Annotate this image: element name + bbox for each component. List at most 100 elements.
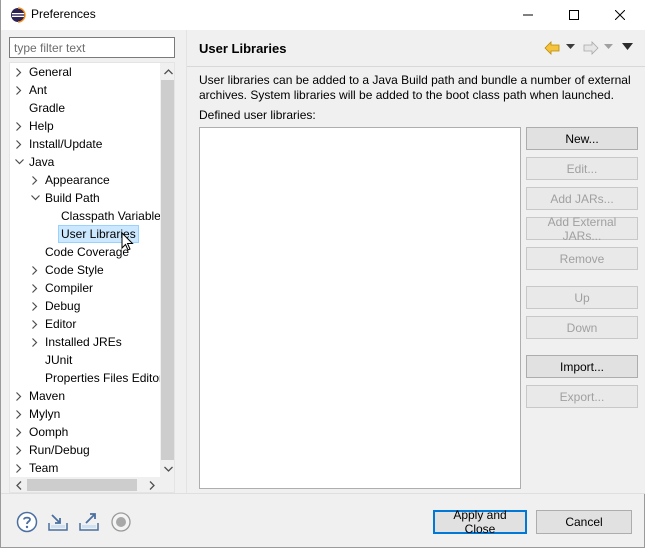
maximize-button[interactable] xyxy=(551,0,597,30)
add-jars-button[interactable]: Add JARs... xyxy=(526,187,638,210)
record-icon xyxy=(111,512,131,532)
new-button[interactable]: New... xyxy=(526,127,638,150)
remove-button[interactable]: Remove xyxy=(526,247,638,270)
tree-item-debug[interactable]: Debug xyxy=(10,297,160,315)
tree-item-label: Gradle xyxy=(29,101,66,115)
help-icon[interactable] xyxy=(16,511,38,533)
tree-item-label: Java xyxy=(29,155,55,169)
back-arrow-icon[interactable] xyxy=(544,40,560,56)
chevron-right-icon[interactable] xyxy=(29,315,41,333)
close-icon xyxy=(615,10,625,20)
window-title: Preferences xyxy=(31,7,96,21)
tree-item-code-coverage[interactable]: Code Coverage xyxy=(10,243,160,261)
tree-item-appearance[interactable]: Appearance xyxy=(10,171,160,189)
tree-item-install-update[interactable]: Install/Update xyxy=(10,135,160,153)
tree-item-label: Help xyxy=(29,119,54,133)
chevron-right-icon[interactable] xyxy=(29,333,41,351)
tree-item-label: Compiler xyxy=(45,281,94,295)
chevron-right-icon[interactable] xyxy=(13,441,25,459)
preferences-tree: General Ant Gradle Help Install/Update Java Ap… xyxy=(9,62,175,493)
chevron-right-icon[interactable] xyxy=(13,81,25,99)
chevron-right-icon[interactable] xyxy=(29,261,41,279)
tree-item-label: Editor xyxy=(45,317,77,331)
tree-item-editor[interactable]: Editor xyxy=(10,315,160,333)
chevron-right-icon[interactable] xyxy=(13,423,25,441)
up-button[interactable]: Up xyxy=(526,286,638,309)
tree-horizontal-scrollbar[interactable] xyxy=(10,477,160,492)
tree-item-label: Maven xyxy=(29,389,66,403)
chevron-right-icon[interactable] xyxy=(13,459,25,477)
user-libraries-list[interactable] xyxy=(199,127,521,489)
tree-item-installed-jres[interactable]: Installed JREs xyxy=(10,333,160,351)
defined-libraries-label: Defined user libraries: xyxy=(199,108,316,122)
tree-item-mylyn[interactable]: Mylyn xyxy=(10,405,160,423)
tree-item-label: General xyxy=(29,65,72,79)
tree-item-classpath-variable[interactable]: Classpath Variable xyxy=(10,207,161,225)
tree-vertical-scrollbar[interactable] xyxy=(160,63,174,477)
minimize-button[interactable] xyxy=(505,0,551,30)
view-menu-icon[interactable] xyxy=(622,43,633,51)
scroll-down-icon[interactable] xyxy=(160,460,174,477)
chevron-down-icon[interactable] xyxy=(29,189,41,207)
chevron-right-icon[interactable] xyxy=(13,63,25,81)
tree-item-maven[interactable]: Maven xyxy=(10,387,160,405)
footer-separator xyxy=(1,493,645,494)
chevron-down-icon[interactable] xyxy=(13,153,25,171)
apply-and-close-button[interactable]: Apply and Close xyxy=(433,508,527,536)
tree-item-user-libraries[interactable]: User Libraries xyxy=(10,225,160,243)
forward-arrow-icon xyxy=(583,41,599,55)
preferences-dialog: Preferences General Ant Gradle Help Install/… xyxy=(0,0,645,548)
mouse-cursor-icon xyxy=(121,232,134,251)
preference-page: User Libraries User libraries can be add… xyxy=(186,30,645,493)
tree-item-team[interactable]: Team xyxy=(10,459,160,477)
tree-item-ant[interactable]: Ant xyxy=(10,81,160,99)
tree-item-junit[interactable]: JUnit xyxy=(10,351,160,369)
tree-item-label: Code Style xyxy=(45,263,104,277)
scroll-right-icon[interactable] xyxy=(143,477,160,492)
chevron-right-icon[interactable] xyxy=(13,405,25,423)
scroll-left-icon[interactable] xyxy=(10,477,27,492)
down-button[interactable]: Down xyxy=(526,316,638,339)
chevron-right-icon[interactable] xyxy=(13,387,25,405)
page-title: User Libraries xyxy=(199,41,287,56)
forward-history-dropdown-icon xyxy=(604,44,613,49)
tree-item-java[interactable]: Java xyxy=(10,153,160,171)
export-button[interactable]: Export... xyxy=(526,385,638,408)
tree-item-help[interactable]: Help xyxy=(10,117,160,135)
horizontal-scroll-thumb[interactable] xyxy=(27,479,137,491)
cancel-button[interactable]: Cancel xyxy=(536,510,632,534)
tree-item-oomph[interactable]: Oomph xyxy=(10,423,160,441)
back-history-dropdown-icon[interactable] xyxy=(566,44,575,50)
chevron-right-icon[interactable] xyxy=(29,171,41,189)
chevron-right-icon[interactable] xyxy=(29,297,41,315)
import-button[interactable]: Import... xyxy=(526,355,638,378)
chevron-right-icon[interactable] xyxy=(29,279,41,297)
tree-item-label: Ant xyxy=(29,83,48,97)
scroll-corner xyxy=(160,477,174,492)
filter-input[interactable] xyxy=(9,37,175,58)
tree-item-general[interactable]: General xyxy=(10,63,160,81)
tree-item-label: Properties Files Editor xyxy=(45,371,164,385)
page-header: User Libraries xyxy=(187,30,645,66)
tree-item-label: Install/Update xyxy=(29,137,103,151)
minimize-icon xyxy=(523,14,533,16)
title-bar: Preferences xyxy=(1,0,645,30)
add-external-jars-button[interactable]: Add External JARs... xyxy=(526,215,638,243)
close-button[interactable] xyxy=(597,0,643,30)
tree-item-compiler[interactable]: Compiler xyxy=(10,279,160,297)
tree-item-code-style[interactable]: Code Style xyxy=(10,261,160,279)
tree-item-properties-files-editor[interactable]: Properties Files Editor xyxy=(10,369,164,387)
tree-item-build-path[interactable]: Build Path xyxy=(10,189,160,207)
scroll-up-icon[interactable] xyxy=(160,63,174,80)
edit-button[interactable]: Edit... xyxy=(526,157,638,180)
tree-item-run-debug[interactable]: Run/Debug xyxy=(10,441,160,459)
vertical-scroll-thumb[interactable] xyxy=(160,80,174,460)
chevron-right-icon[interactable] xyxy=(13,117,25,135)
tree-item-gradle[interactable]: Gradle xyxy=(10,99,160,117)
chevron-right-icon[interactable] xyxy=(13,135,25,153)
tree-item-label: Mylyn xyxy=(29,407,61,421)
tree-item-label: Team xyxy=(29,461,59,475)
export-preferences-icon[interactable] xyxy=(78,511,100,533)
import-preferences-icon[interactable] xyxy=(47,511,69,533)
tree-item-label: Installed JREs xyxy=(45,335,122,349)
